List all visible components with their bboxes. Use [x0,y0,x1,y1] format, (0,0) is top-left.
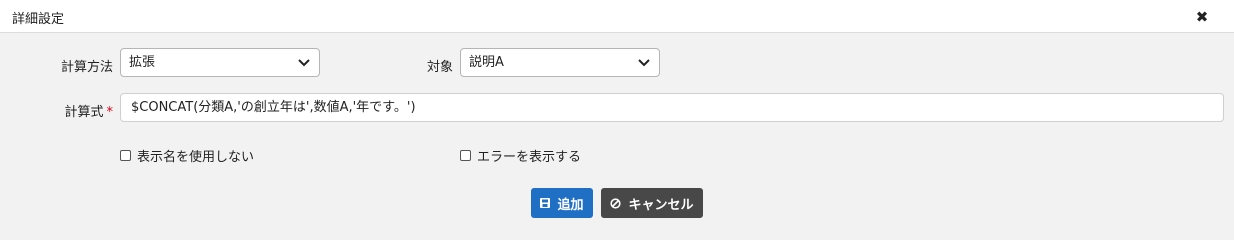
checkbox-box[interactable] [120,150,131,161]
no-display-name-label: 表示名を使用しない [137,150,255,165]
cancel-button[interactable]: キャンセル [601,188,703,218]
target-value: 説明A [469,55,504,70]
required-mark: * [106,105,114,120]
no-display-name-checkbox[interactable]: 表示名を使用しない [120,146,254,165]
show-errors-label: エラーを表示する [477,150,582,165]
ban-icon [610,197,622,209]
formula-label: 計算式 * [40,101,113,120]
chevron-down-icon [297,49,311,76]
dialog-header: 詳細設定 ✖ [0,0,1234,33]
checkbox-box[interactable] [460,150,471,161]
formula-label-text: 計算式 [64,105,104,120]
calc-method-label: 計算方法 [60,60,113,75]
add-button[interactable]: 追加 [531,188,593,218]
save-icon [540,198,551,208]
dialog-title: 詳細設定 [12,12,65,27]
target-select[interactable]: 説明A [460,48,660,77]
chevron-down-icon [637,49,651,76]
calc-method-value: 拡張 [129,55,156,70]
target-label: 対象 [426,60,453,75]
calc-method-select[interactable]: 拡張 [120,48,320,77]
show-errors-checkbox[interactable]: エラーを表示する [460,146,581,165]
add-button-label: 追加 [557,197,584,213]
formula-input[interactable]: $CONCAT(分類A,'の創立年は',数値A,'年です。') [120,93,1224,122]
close-icon: ✖ [1195,8,1209,26]
cancel-button-label: キャンセル [628,197,694,213]
close-button[interactable]: ✖ [1192,7,1212,27]
formula-value: $CONCAT(分類A,'の創立年は',数値A,'年です。') [131,100,416,115]
